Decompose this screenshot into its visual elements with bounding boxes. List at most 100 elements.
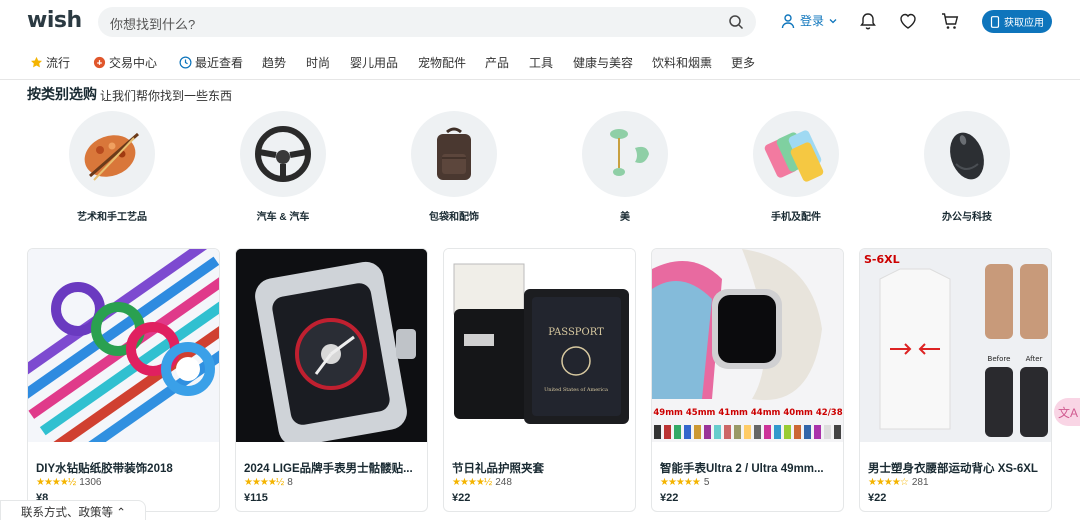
product-rating: ★★★★½ 8 — [244, 477, 293, 488]
product-rating: ★★★★½ 248 — [452, 477, 512, 488]
header: wish 你想找到什么? 登录 获取应用 — [0, 0, 1080, 44]
nav-item-deals[interactable]: 交易中心 — [93, 54, 157, 71]
bell-icon[interactable] — [858, 11, 878, 31]
search-icon[interactable] — [728, 14, 744, 30]
category-phones[interactable]: 手机及配件 — [741, 111, 851, 223]
backpack-icon — [437, 127, 471, 180]
nav-label: 饮料和烟熏 — [652, 56, 713, 70]
user-icon — [781, 13, 795, 28]
category-label: 汽车 & 汽车 — [256, 212, 310, 223]
get-app-button[interactable]: 获取应用 — [982, 10, 1052, 33]
before-label: Before — [988, 355, 1011, 363]
get-app-label: 获取应用 — [1004, 18, 1044, 29]
nav-item-tools[interactable]: 工具 — [529, 54, 553, 71]
product-card[interactable]: 2024 LIGE品牌手表男士骷髅贴... ★★★★½ 8 ¥115 — [235, 248, 428, 512]
category-auto[interactable]: 汽车 & 汽车 — [228, 111, 338, 223]
nav-item-health[interactable]: 健康与美容 — [573, 54, 633, 71]
nav-item-popular[interactable]: 流行 — [30, 54, 70, 71]
nav-label: 最近查看 — [195, 56, 244, 70]
translate-icon[interactable]: 文A — [1054, 398, 1080, 426]
heart-icon[interactable] — [898, 11, 918, 31]
product-card[interactable]: 49mm 45mm 41mm 44mm 40mm 42/38 智能手表Ultra… — [651, 248, 844, 512]
footer-contact-toggle[interactable]: 联系方式、政策等 ⌃ — [0, 500, 146, 520]
category-image — [240, 111, 326, 197]
login-button[interactable]: 登录 — [780, 12, 838, 29]
review-count: 5 — [703, 477, 710, 488]
nav-item-more[interactable]: 更多 — [731, 54, 755, 71]
after-label: After — [1026, 355, 1043, 363]
nav-item-baby[interactable]: 婴儿用品 — [350, 54, 398, 71]
steering-wheel-icon — [255, 126, 311, 182]
nav-item-products[interactable]: 产品 — [485, 54, 509, 71]
product-image — [236, 249, 427, 442]
nav-item-drinks[interactable]: 饮料和烟熏 — [652, 54, 712, 71]
category-image — [411, 111, 497, 197]
phone-cases-icon — [764, 130, 824, 182]
star-rating-icon: ★★★★★ — [660, 477, 701, 488]
star-rating-icon: ★★★★½ — [36, 477, 76, 488]
category-label: 包袋和配饰 — [429, 212, 479, 223]
search-bar[interactable]: 你想找到什么? — [98, 7, 756, 37]
search-input[interactable]: 你想找到什么? — [110, 14, 195, 33]
palette-icon — [84, 132, 139, 181]
product-price: ¥22 — [660, 492, 679, 504]
product-image: 49mm 45mm 41mm 44mm 40mm 42/38 — [652, 249, 843, 442]
nav-item-pets[interactable]: 宠物配件 — [418, 54, 466, 71]
product-price: ¥22 — [868, 492, 887, 504]
star-rating-icon: ★★★★½ — [452, 477, 492, 488]
product-card[interactable]: S-6XL Before After 男士塑身衣腰部运动背心 XS-6XL ★★… — [859, 248, 1052, 512]
phone-icon — [990, 15, 1000, 28]
size-range-text: S-6XL — [864, 253, 900, 266]
category-nav: 流行 交易中心 最近查看 趋势 时尚 婴儿用品 宠物配件 产品 工具 健康与美容… — [0, 44, 1080, 80]
review-count: 8 — [287, 477, 293, 488]
category-bags[interactable]: 包袋和配饰 — [399, 111, 509, 223]
chevron-up-icon: ⌃ — [116, 507, 126, 519]
nav-item-trends[interactable]: 趋势 — [262, 54, 286, 71]
mouse-icon — [950, 132, 984, 180]
nav-label: 更多 — [731, 56, 756, 70]
product-price: ¥115 — [244, 492, 268, 504]
category-label: 办公与科技 — [942, 212, 992, 223]
product-title: 男士塑身衣腰部运动背心 XS-6XL — [868, 463, 1038, 475]
product-title: 节日礼品护照夹套 — [452, 463, 544, 475]
product-rating: ★★★★☆ 281 — [868, 477, 929, 488]
review-count: 248 — [495, 477, 512, 488]
face-roller-icon — [610, 129, 649, 176]
nav-label: 交易中心 — [109, 56, 158, 70]
review-count: 1306 — [79, 477, 102, 488]
nav-label: 宠物配件 — [418, 56, 467, 70]
category-image — [753, 111, 839, 197]
passport-text: PASSPORT — [548, 327, 604, 338]
category-beauty[interactable]: 美 — [570, 111, 680, 223]
category-image — [924, 111, 1010, 197]
product-image — [28, 249, 219, 442]
category-label: 美 — [620, 212, 630, 223]
clock-icon — [179, 56, 192, 69]
wish-logo[interactable]: wish — [27, 8, 82, 33]
product-card[interactable]: DIY水钻贴纸胶带装饰2018 ★★★★½ 1306 ¥8 — [27, 248, 220, 512]
deal-icon — [93, 56, 106, 69]
product-price: ¥22 — [452, 492, 471, 504]
chevron-down-icon — [829, 18, 837, 23]
nav-label: 婴儿用品 — [350, 56, 399, 70]
review-count: 281 — [911, 477, 929, 488]
nav-label: 健康与美容 — [573, 56, 634, 70]
nav-item-recent[interactable]: 最近查看 — [179, 54, 243, 71]
product-title: DIY水钻贴纸胶带装饰2018 — [36, 463, 173, 475]
nav-item-fashion[interactable]: 时尚 — [306, 54, 330, 71]
nav-label: 流行 — [46, 56, 71, 70]
category-image — [582, 111, 668, 197]
cart-icon[interactable] — [940, 11, 960, 31]
category-office[interactable]: 办公与科技 — [912, 111, 1022, 223]
product-title: 智能手表Ultra 2 / Ultra 49mm... — [660, 463, 824, 475]
strap-sizes-text: 49mm 45mm 41mm 44mm 40mm 42/38 — [653, 408, 842, 418]
star-rating-icon: ★★★★☆ — [868, 477, 909, 488]
product-card[interactable]: PASSPORT United States of America 节日礼品护照… — [443, 248, 636, 512]
star-rating-icon: ★★★★½ — [244, 477, 284, 488]
category-label: 手机及配件 — [771, 212, 821, 223]
footer-contact-label: 联系方式、政策等 — [21, 507, 113, 519]
category-arts[interactable]: 艺术和手工艺品 — [57, 111, 167, 223]
product-rating: ★★★★½ 1306 — [36, 477, 101, 488]
product-image: S-6XL Before After — [860, 249, 1051, 442]
login-label: 登录 — [800, 14, 825, 28]
